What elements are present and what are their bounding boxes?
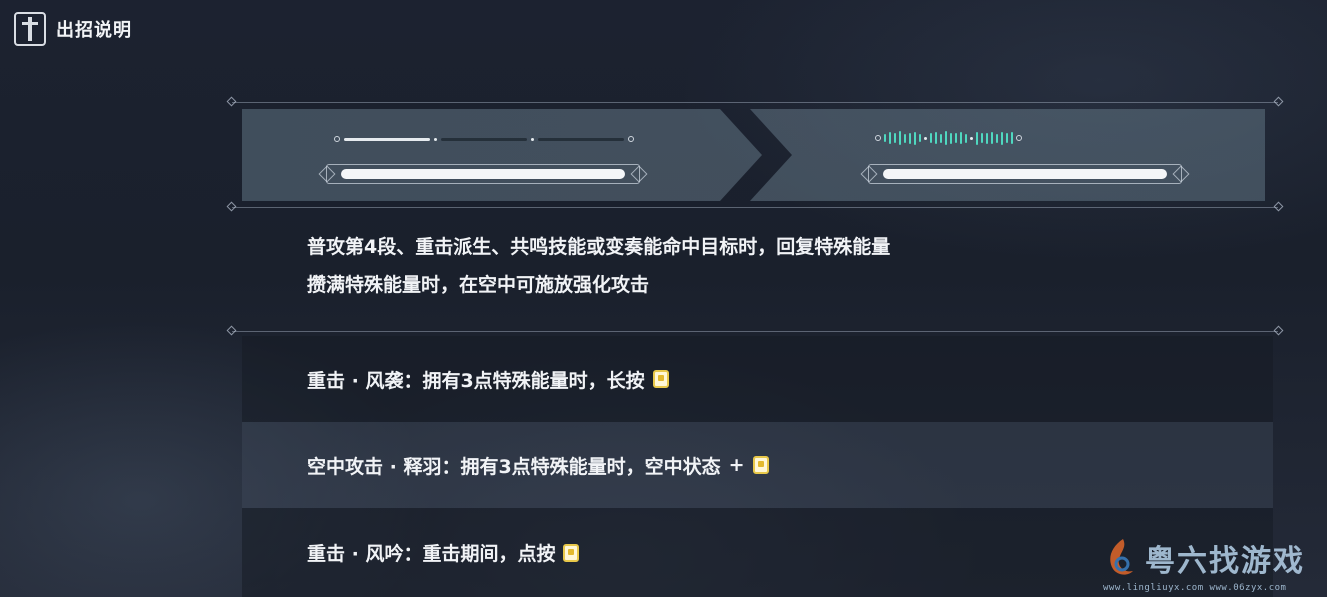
skill-text: 重击 · 风袭：拥有3点特殊能量时，长按 <box>307 369 645 392</box>
diamond-icon <box>226 201 237 212</box>
segment-cap-icon <box>1016 135 1022 141</box>
energy-tick <box>909 132 911 144</box>
energy-tick <box>899 131 901 145</box>
energy-demo-before <box>242 109 762 201</box>
watermark-url: www.lingliuyx.com www.06zyx.com <box>1103 583 1287 593</box>
energy-tick <box>919 134 921 142</box>
divider-demo-bottom <box>226 201 1284 212</box>
energy-segments-after <box>875 131 1022 145</box>
attack-key-icon <box>652 370 669 388</box>
health-bar-after <box>868 164 1182 184</box>
energy-tick <box>914 131 916 145</box>
health-bar-before <box>326 164 640 184</box>
segment-cap-icon <box>334 136 340 142</box>
segment-dot <box>924 136 927 140</box>
energy-segments-before <box>334 136 634 142</box>
energy-tick <box>996 133 998 143</box>
health-bar-fill <box>341 169 625 179</box>
energy-tick <box>955 133 957 143</box>
energy-segment <box>538 137 624 141</box>
diamond-icon <box>226 325 237 336</box>
diamond-icon <box>1273 325 1284 336</box>
energy-tick <box>981 133 983 143</box>
energy-tick <box>991 132 993 144</box>
watermark-text: 粤六找游戏 <box>1145 544 1305 579</box>
page-title: 出招说明 <box>56 20 132 41</box>
segment-cap-icon <box>875 135 881 141</box>
energy-tick <box>1001 131 1003 145</box>
energy-tick <box>960 132 962 144</box>
mechanic-description: 普攻第4段、重击派生、共鸣技能或变奏能命中目标时，回复特殊能量 攒满特殊能量时，… <box>307 228 890 304</box>
energy-tick <box>1006 133 1008 143</box>
description-line: 攒满特殊能量时，在空中可施放强化攻击 <box>307 274 650 296</box>
attack-key-icon <box>752 456 769 474</box>
skill-text: 重击 · 风吟：重击期间，点按 <box>307 543 556 565</box>
skill-row-heavy-gale: 重击 · 风袭：拥有3点特殊能量时，长按 <box>242 336 1273 422</box>
segment-cap-icon <box>628 136 634 142</box>
diamond-icon <box>1273 96 1284 107</box>
energy-segment <box>441 137 527 141</box>
skill-row-air-release: 空中攻击 · 释羽：拥有3点特殊能量时，空中状态 + <box>242 422 1273 508</box>
energy-tick <box>904 133 906 143</box>
energy-tick <box>935 132 937 144</box>
energy-demo-panel <box>242 109 1265 201</box>
energy-tick <box>889 132 891 144</box>
energy-tick <box>940 133 942 143</box>
sword-icon <box>14 12 46 46</box>
segment-dot <box>434 137 437 141</box>
energy-tick <box>950 132 952 144</box>
energy-tick <box>945 131 947 145</box>
divider-top <box>226 96 1284 107</box>
divider-skills-top <box>226 325 1284 336</box>
energy-demo-after <box>750 109 1265 201</box>
skill-text: 空中攻击 · 释羽：拥有3点特殊能量时，空中状态 <box>307 455 721 478</box>
page-header: 出招说明 <box>14 12 132 46</box>
energy-tick <box>976 131 978 145</box>
diamond-icon <box>1273 201 1284 212</box>
energy-segment <box>344 137 430 141</box>
watermark: 粤六找游戏 <box>1103 536 1305 580</box>
attack-key-icon <box>563 543 580 562</box>
health-bar-fill <box>883 169 1167 179</box>
energy-tick <box>930 133 932 143</box>
diamond-icon <box>226 96 237 107</box>
energy-tick <box>986 132 988 144</box>
segment-dot <box>970 136 973 140</box>
watermark-logo-icon <box>1110 539 1133 575</box>
energy-tick <box>894 133 896 143</box>
description-line: 普攻第4段、重击派生、共鸣技能或变奏能命中目标时，回复特殊能量 <box>307 236 891 258</box>
energy-tick <box>1011 132 1013 144</box>
energy-tick <box>884 134 886 142</box>
segment-dot <box>531 137 534 141</box>
plus-sign: + <box>728 454 745 476</box>
energy-tick <box>965 133 967 143</box>
